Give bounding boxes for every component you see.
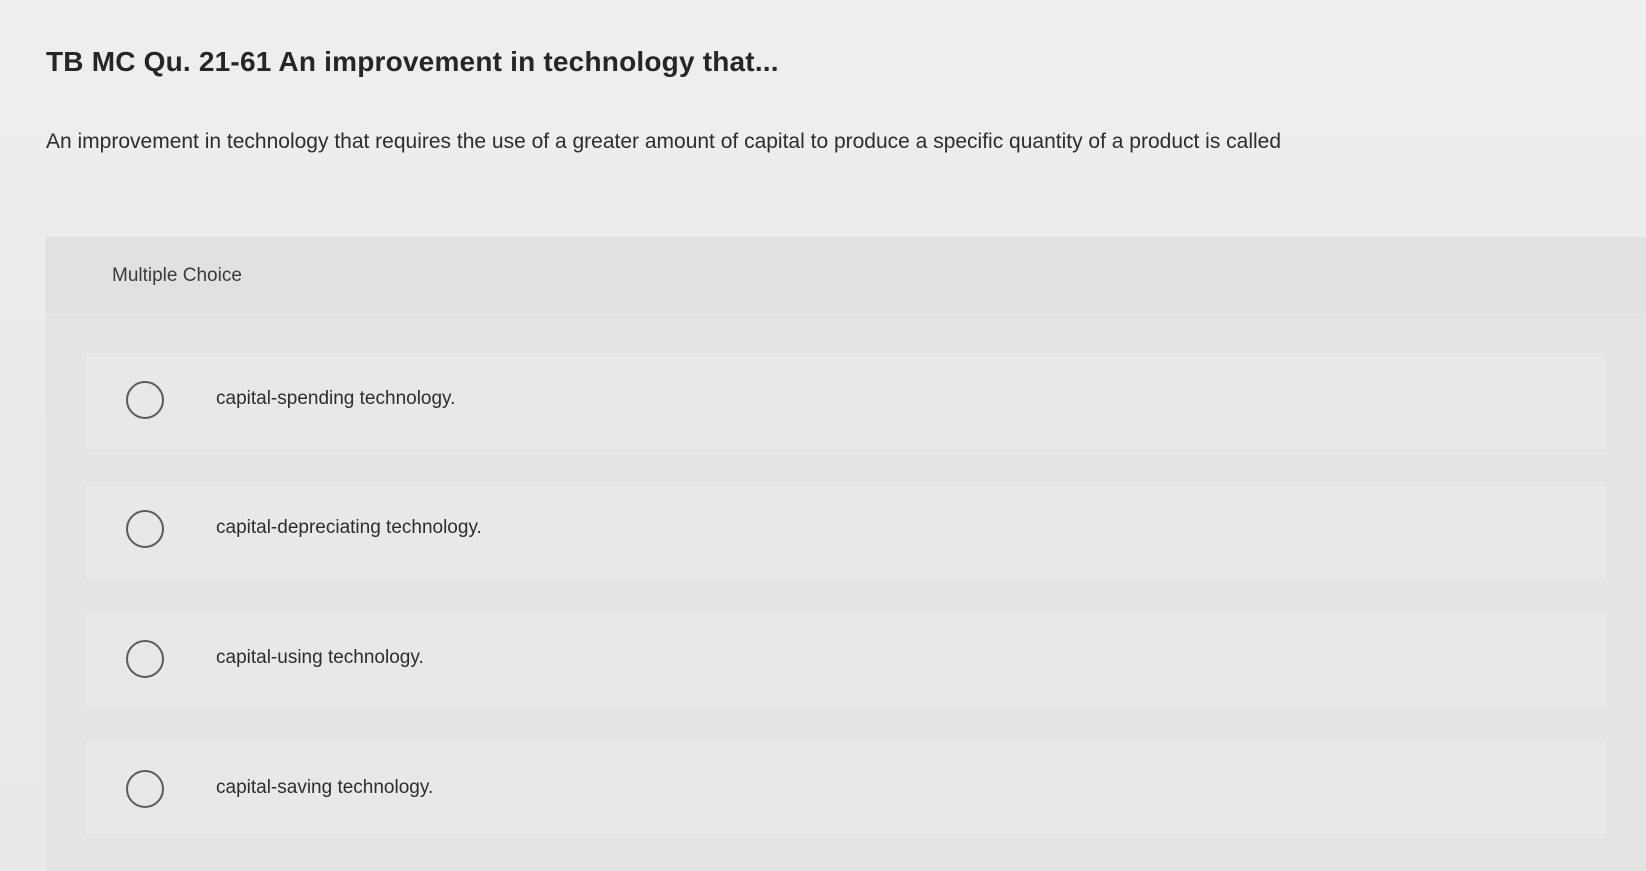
- radio-button-icon[interactable]: [126, 510, 164, 548]
- answer-option-label: capital-spending technology.: [216, 388, 456, 409]
- answer-option-2[interactable]: capital-depreciating technology.: [86, 482, 1606, 578]
- multiple-choice-header: Multiple Choice: [46, 237, 1646, 313]
- answer-option-4[interactable]: capital-saving technology.: [86, 742, 1606, 838]
- answer-option-1[interactable]: capital-spending technology.: [86, 353, 1606, 449]
- radio-button-icon[interactable]: [126, 770, 164, 808]
- answer-option-label: capital-saving technology.: [216, 777, 434, 798]
- radio-button-icon[interactable]: [126, 640, 164, 678]
- multiple-choice-label: Multiple Choice: [112, 265, 242, 286]
- question-title: TB MC Qu. 21-61 An improvement in techno…: [46, 46, 779, 77]
- answer-option-label: capital-depreciating technology.: [216, 517, 482, 538]
- radio-button-icon[interactable]: [126, 381, 164, 419]
- question-stem: An improvement in technology that requir…: [46, 130, 1282, 153]
- multiple-choice-panel: Multiple Choice capital-spending technol…: [46, 237, 1646, 871]
- answer-option-3[interactable]: capital-using technology.: [86, 612, 1606, 708]
- quiz-page: TB MC Qu. 21-61 An improvement in techno…: [0, 0, 1646, 871]
- answer-option-label: capital-using technology.: [216, 647, 424, 668]
